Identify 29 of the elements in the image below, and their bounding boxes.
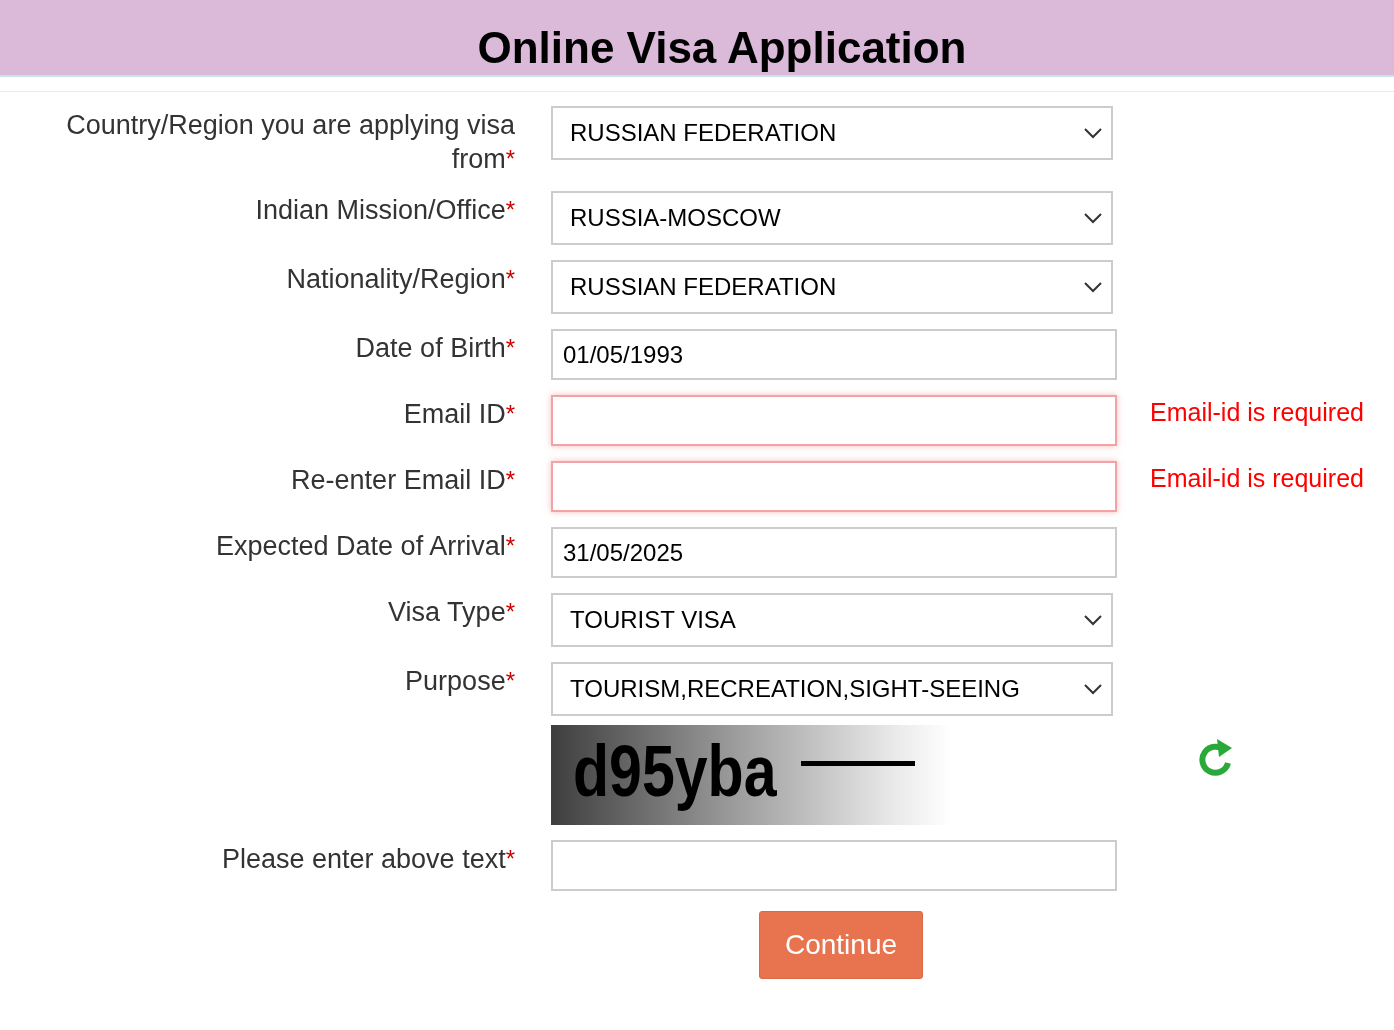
dropdown-field[interactable]: RUSSIAN FEDERATION xyxy=(551,260,1113,314)
error-message: Email-id is required xyxy=(1150,463,1365,494)
field-label: Indian Mission/Office* xyxy=(254,194,515,227)
field-label: Please enter above text* xyxy=(220,843,515,876)
text-field[interactable] xyxy=(551,840,1117,891)
dropdown-field[interactable]: RUSSIA-MOSCOW xyxy=(551,191,1113,245)
page-title: Online Visa Application xyxy=(477,23,967,73)
captcha-text: d95yba xyxy=(573,731,777,811)
field-label: Date of Birth* xyxy=(354,332,515,365)
field-label: Purpose* xyxy=(404,665,515,698)
text-field[interactable] xyxy=(551,461,1117,512)
field-label: Email ID* xyxy=(402,398,515,431)
error-message: Email-id is required xyxy=(1150,397,1365,428)
chevron-down-icon xyxy=(1083,212,1103,224)
field-label: Visa Type* xyxy=(387,596,515,629)
field-label: Country/Region you are applying visa from* xyxy=(65,109,515,176)
dropdown-field[interactable]: RUSSIAN FEDERATION xyxy=(551,106,1113,160)
dropdown-field[interactable]: TOURISM,RECREATION,SIGHT-SEEING xyxy=(551,662,1113,716)
text-field[interactable] xyxy=(551,395,1117,446)
chevron-down-icon xyxy=(1083,683,1103,695)
field-label: Nationality/Region* xyxy=(285,263,515,296)
chevron-down-icon xyxy=(1083,127,1103,139)
text-field[interactable]: 31/05/2025 xyxy=(551,527,1117,578)
dropdown-field[interactable]: TOURIST VISA xyxy=(551,593,1113,647)
field-label: Expected Date of Arrival* xyxy=(215,530,515,563)
chevron-down-icon xyxy=(1083,614,1103,626)
text-field[interactable]: 01/05/1993 xyxy=(551,329,1117,380)
field-label: Re-enter Email ID* xyxy=(290,464,515,497)
chevron-down-icon xyxy=(1083,281,1103,293)
